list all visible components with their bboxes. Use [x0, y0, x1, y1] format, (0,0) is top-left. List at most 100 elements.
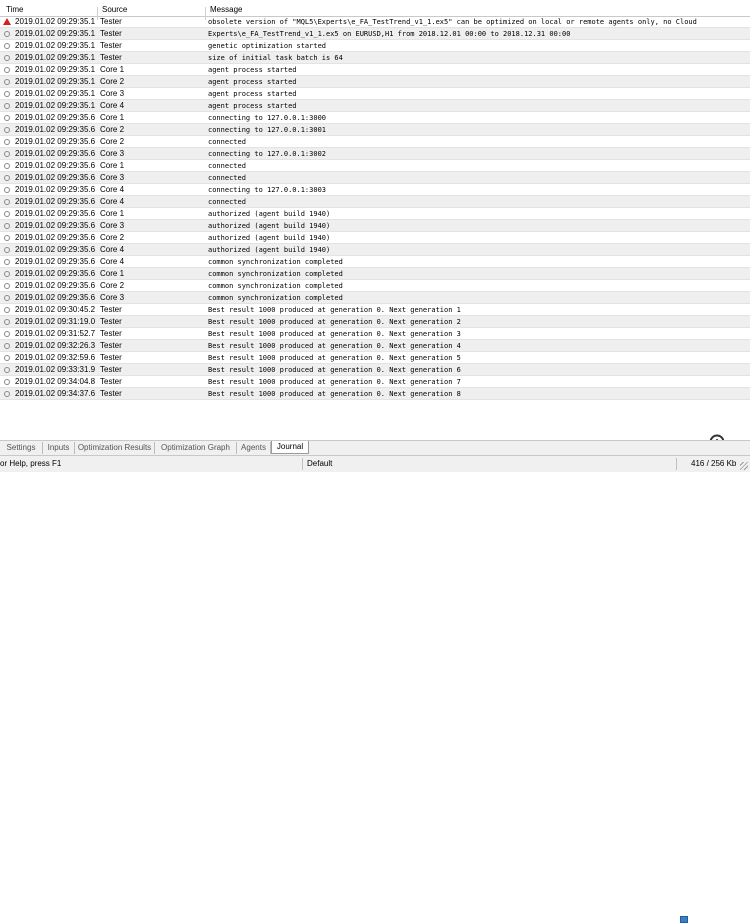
table-row[interactable]: 2019.01.02 09:29:35.1... Core 1 agent proc… [0, 64, 750, 76]
row-message: common synchronization completed [208, 282, 343, 290]
tab-agents[interactable]: Agents [237, 442, 271, 454]
table-row[interactable]: 2019.01.02 09:31:52.7... Tester Best resul… [0, 328, 750, 340]
row-time: 2019.01.02 09:29:35.6... [15, 245, 95, 254]
row-time: 2019.01.02 09:29:35.6... [15, 209, 95, 218]
table-row[interactable]: 2019.01.02 09:29:35.1... Core 3 agent proc… [0, 88, 750, 100]
row-message: agent process started [208, 102, 297, 110]
row-time: 2019.01.02 09:29:35.1... [15, 41, 95, 50]
row-message: Best result 1000 produced at generation … [208, 378, 461, 386]
tab-inputs[interactable]: Inputs [43, 442, 75, 454]
row-source: Core 1 [100, 65, 125, 74]
tab-settings[interactable]: Settings [0, 442, 43, 454]
table-row[interactable]: 2019.01.02 09:33:31.9... Tester Best resul… [0, 364, 750, 376]
table-row[interactable]: 2019.01.02 09:29:35.1... Tester size of in… [0, 52, 750, 64]
row-time: 2019.01.02 09:29:35.6... [15, 293, 95, 302]
row-time: 2019.01.02 09:29:35.1... [15, 29, 95, 38]
row-source: Tester [100, 29, 122, 38]
table-row[interactable]: 2019.01.02 09:29:35.6... Core 1 connecting… [0, 112, 750, 124]
table-row[interactable]: 2019.01.02 09:29:35.1... Tester genetic op… [0, 40, 750, 52]
table-row[interactable]: 2019.01.02 09:29:35.6... Core 4 common syn… [0, 256, 750, 268]
tab-journal[interactable]: Journal [271, 441, 309, 454]
row-time: 2019.01.02 09:29:35.1... [15, 101, 95, 110]
table-row[interactable]: 2019.01.02 09:29:35.6... Core 4 authorized… [0, 244, 750, 256]
row-time: 2019.01.02 09:29:35.6... [15, 149, 95, 158]
row-message: connected [208, 174, 246, 182]
row-time: 2019.01.02 09:29:35.1... [15, 53, 95, 62]
table-row[interactable]: 2019.01.02 09:29:35.6... Core 3 common syn… [0, 292, 750, 304]
tab-optimization-results[interactable]: Optimization Results [75, 442, 155, 454]
status-help-text: or Help, press F1 [0, 459, 62, 468]
row-time: 2019.01.02 09:30:45.2... [15, 305, 95, 314]
status-profile: Default [307, 459, 333, 468]
network-icon [680, 916, 688, 923]
row-source: Tester [100, 389, 122, 398]
row-source: Tester [100, 341, 122, 350]
info-circle-icon [4, 331, 10, 337]
info-circle-icon [4, 67, 10, 73]
table-row[interactable]: 2019.01.02 09:29:35.1... Core 4 agent proc… [0, 100, 750, 112]
table-row[interactable]: 2019.01.02 09:29:35.6... Core 2 common syn… [0, 280, 750, 292]
info-circle-icon [4, 163, 10, 169]
row-source: Core 1 [100, 269, 125, 278]
row-time: 2019.01.02 09:33:31.9... [15, 365, 95, 374]
row-time: 2019.01.02 09:29:35.6... [15, 125, 95, 134]
info-circle-icon [4, 223, 10, 229]
bottom-tab-bar: Settings Inputs Optimization Results Optimi… [0, 440, 750, 455]
table-row[interactable]: 2019.01.02 09:29:35.6... Core 1 common syn… [0, 268, 750, 280]
row-time: 2019.01.02 09:29:35.6... [15, 257, 95, 266]
row-message: agent process started [208, 66, 297, 74]
row-source: Core 2 [100, 77, 125, 86]
row-time: 2019.01.02 09:29:35.6... [15, 113, 95, 122]
row-source: Core 2 [100, 233, 125, 242]
row-time: 2019.01.02 09:29:35.6... [15, 281, 95, 290]
table-row[interactable]: 2019.01.02 09:29:35.1... Tester Experts\e_… [0, 28, 750, 40]
row-source: Core 1 [100, 209, 125, 218]
row-source: Core 1 [100, 161, 125, 170]
table-row[interactable]: 2019.01.02 09:29:35.6... Core 3 connecting… [0, 148, 750, 160]
row-source: Tester [100, 305, 122, 314]
row-message: connected [208, 162, 246, 170]
journal-grid: Time Source Message 2019.01.02 09:29:35.… [0, 0, 750, 440]
row-message: authorized (agent build 1940) [208, 222, 331, 230]
column-header-source[interactable]: Source [102, 4, 127, 16]
row-message: agent process started [208, 78, 297, 86]
table-row[interactable]: 2019.01.02 09:32:26.3... Tester Best resul… [0, 340, 750, 352]
table-row[interactable]: 2019.01.02 09:29:35.6... Core 2 connecting… [0, 124, 750, 136]
table-row[interactable]: 2019.01.02 09:29:35.6... Core 4 connected [0, 196, 750, 208]
row-message: common synchronization completed [208, 270, 343, 278]
info-circle-icon [4, 307, 10, 313]
column-header-message[interactable]: Message [210, 4, 242, 16]
table-row[interactable]: 2019.01.02 09:30:45.2... Tester Best resul… [0, 304, 750, 316]
row-source: Core 4 [100, 245, 125, 254]
resize-grip[interactable] [740, 462, 748, 470]
table-row[interactable]: 2019.01.02 09:29:35.6... Core 1 authorized… [0, 208, 750, 220]
info-circle-icon [4, 91, 10, 97]
table-row[interactable]: 2019.01.02 09:29:35.1... Core 2 agent proc… [0, 76, 750, 88]
table-row[interactable]: 2019.01.02 09:29:35.6... Core 3 connected [0, 172, 750, 184]
column-header-time[interactable]: Time [6, 4, 23, 16]
table-row[interactable]: 2019.01.02 09:29:35.6... Core 4 connecting… [0, 184, 750, 196]
info-circle-icon [4, 319, 10, 325]
row-time: 2019.01.02 09:29:35.6... [15, 161, 95, 170]
table-row[interactable]: 2019.01.02 09:29:35.6... Core 2 connected [0, 136, 750, 148]
table-row[interactable]: 2019.01.02 09:29:35.6... Core 1 connected [0, 160, 750, 172]
info-circle-icon [4, 43, 10, 49]
row-message: common synchronization completed [208, 294, 343, 302]
row-time: 2019.01.02 09:29:35.6... [15, 197, 95, 206]
table-row[interactable]: 2019.01.02 09:31:19.0... Tester Best resul… [0, 316, 750, 328]
table-row[interactable]: 2019.01.02 09:34:04.8... Tester Best resul… [0, 376, 750, 388]
journal-rows: 2019.01.02 09:29:35.1... Tester obsolete v… [0, 16, 750, 400]
row-time: 2019.01.02 09:31:19.0... [15, 317, 95, 326]
tab-optimization-graph[interactable]: Optimization Graph [155, 442, 237, 454]
row-source: Core 3 [100, 173, 125, 182]
table-row[interactable]: 2019.01.02 09:29:35.1... Tester obsolete v… [0, 16, 750, 28]
info-circle-icon [4, 31, 10, 37]
row-time: 2019.01.02 09:29:35.6... [15, 137, 95, 146]
table-row[interactable]: 2019.01.02 09:32:59.6... Tester Best resul… [0, 352, 750, 364]
row-time: 2019.01.02 09:29:35.1... [15, 65, 95, 74]
table-row[interactable]: 2019.01.02 09:29:35.6... Core 2 authorized… [0, 232, 750, 244]
info-circle-icon [4, 187, 10, 193]
table-row[interactable]: 2019.01.02 09:29:35.6... Core 3 authorized… [0, 220, 750, 232]
table-row[interactable]: 2019.01.02 09:34:37.6... Tester Best resul… [0, 388, 750, 400]
info-circle-icon [4, 79, 10, 85]
